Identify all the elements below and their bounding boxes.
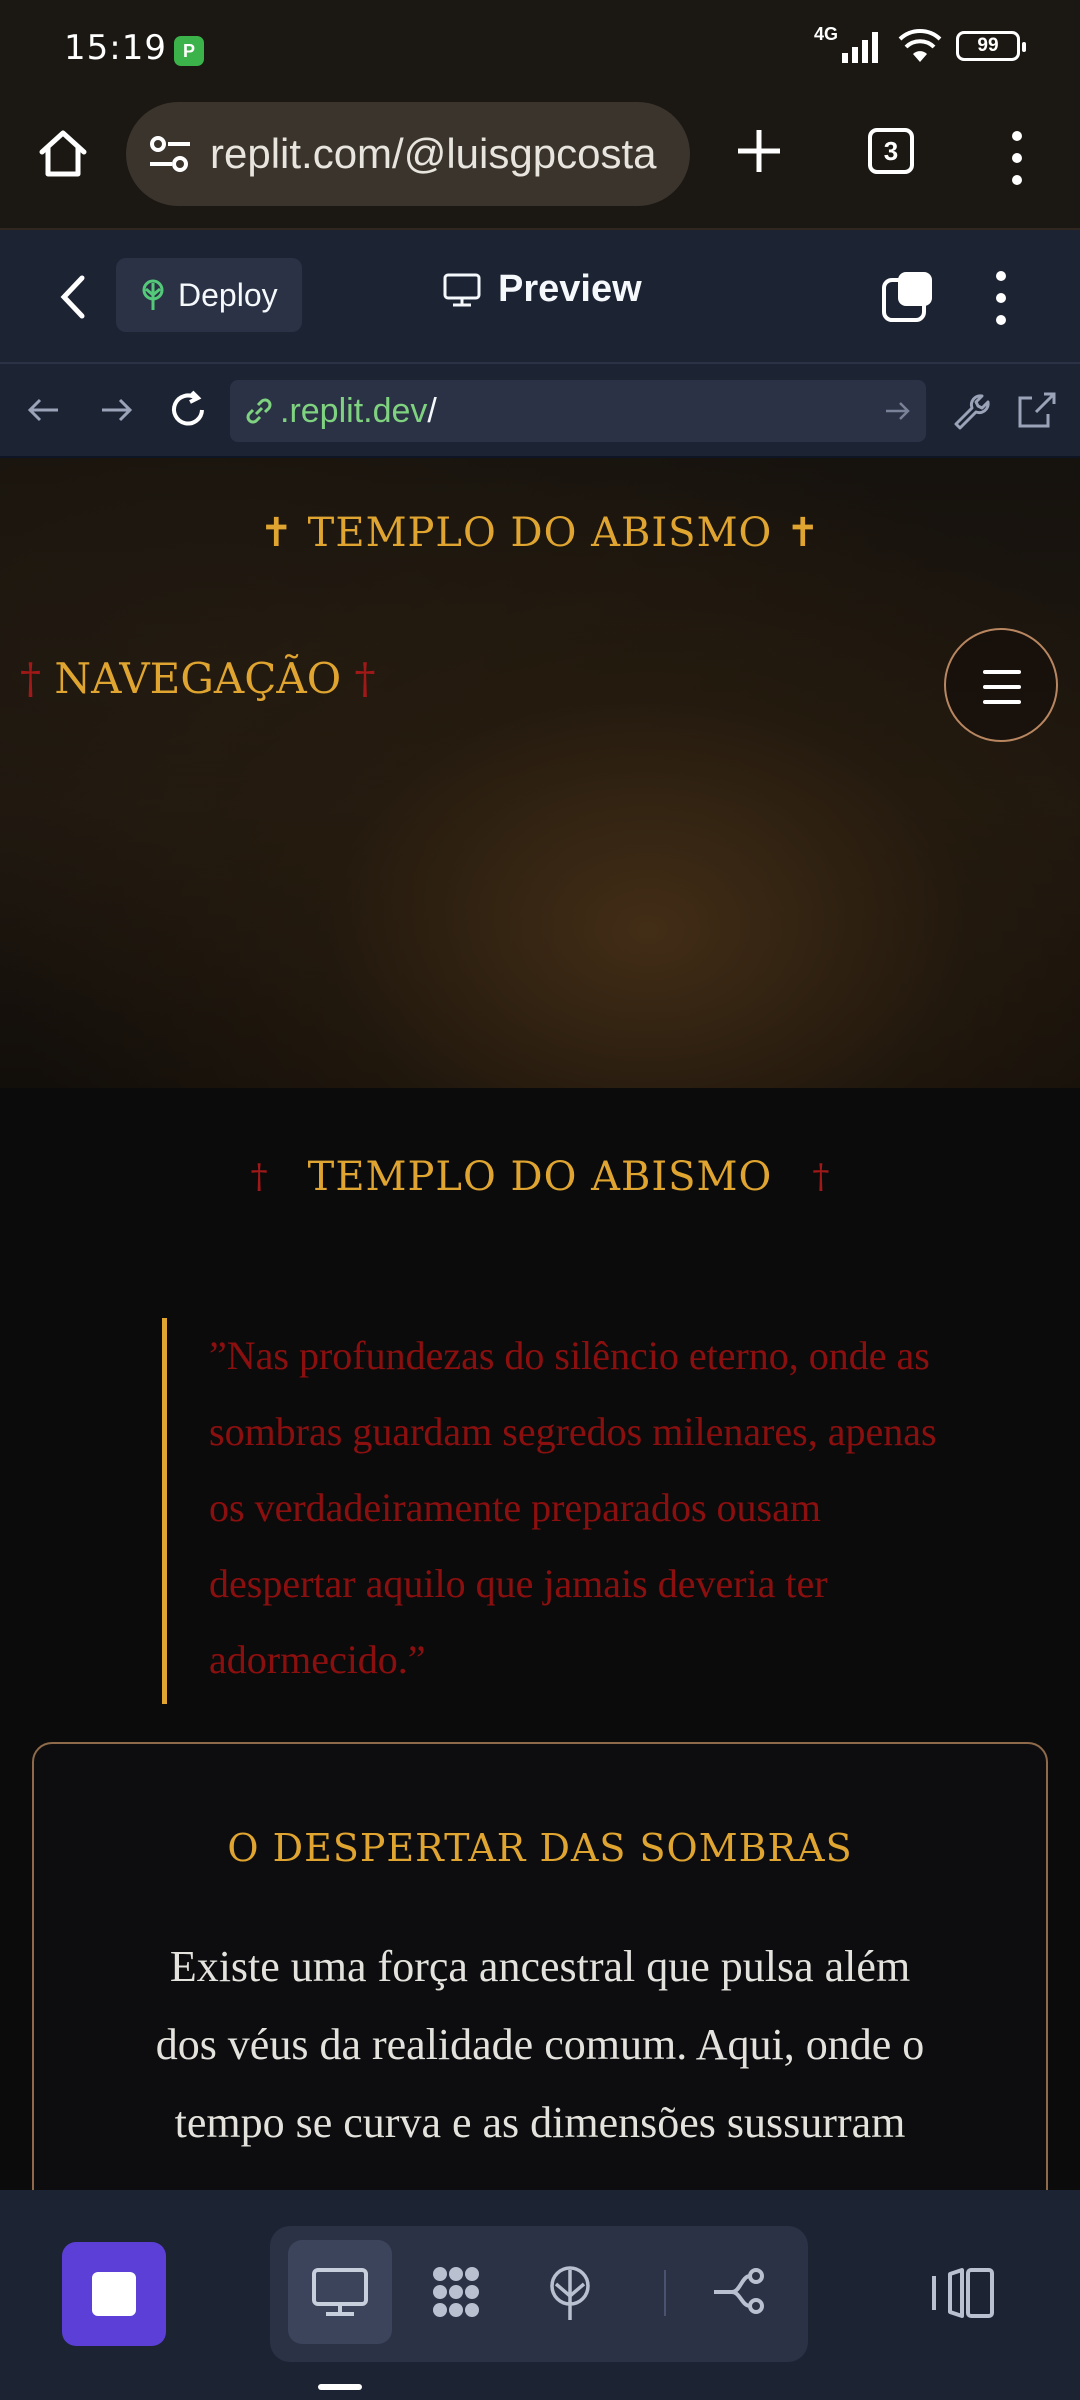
git-tool-button[interactable] bbox=[688, 2240, 792, 2344]
arrow-back-icon[interactable] bbox=[22, 388, 66, 432]
preview-tool-button[interactable] bbox=[288, 2240, 392, 2344]
cross-ornament-left: † bbox=[20, 654, 41, 703]
card-body: Existe uma força ancestral que pulsa alé… bbox=[155, 1942, 925, 2147]
website-preview: ✝ TEMPLO DO ABISMO ✝ † NAVEGAÇÃO † † TEM… bbox=[0, 458, 1080, 2190]
cross-ornament-left: † bbox=[250, 1157, 268, 1197]
replit-header: Deploy Preview bbox=[0, 230, 1080, 364]
status-bar: 15:19 P 4G 99 bbox=[0, 0, 1080, 100]
site-settings-icon[interactable] bbox=[146, 130, 194, 178]
sidebar-toggle-icon[interactable] bbox=[930, 2262, 996, 2324]
deploy-label: Deploy bbox=[178, 276, 278, 313]
content-card: O DESPERTAR DAS SOMBRAS Existe uma força… bbox=[32, 1742, 1048, 2190]
monitor-icon bbox=[312, 2268, 368, 2316]
gesture-bar bbox=[318, 2384, 362, 2390]
new-window-icon[interactable] bbox=[880, 270, 934, 324]
address-bar[interactable]: replit.com/@luisgpcosta bbox=[126, 102, 690, 206]
card-title: O DESPERTAR DAS SOMBRAS bbox=[227, 1826, 853, 1870]
hero-banner: ✝ TEMPLO DO ABISMO ✝ † NAVEGAÇÃO † bbox=[0, 458, 1080, 1088]
more-options-icon[interactable] bbox=[984, 268, 1018, 328]
new-tab-icon[interactable] bbox=[730, 122, 788, 180]
hamburger-line bbox=[983, 685, 1021, 689]
stop-button[interactable] bbox=[62, 2242, 166, 2346]
deploy-icon bbox=[550, 2266, 590, 2320]
status-indicators: 4G 99 bbox=[814, 24, 1026, 64]
hamburger-line bbox=[983, 670, 1021, 674]
wrench-icon[interactable] bbox=[948, 388, 992, 432]
home-icon[interactable] bbox=[36, 126, 90, 180]
cross-ornament-right: † bbox=[354, 654, 376, 703]
blocks-icon bbox=[433, 2267, 479, 2317]
notification-app-icon: P bbox=[174, 36, 204, 66]
preview-tab[interactable]: Preview bbox=[442, 268, 642, 311]
workspace-tool-button[interactable] bbox=[404, 2240, 508, 2344]
browser-toolbar: replit.com/@luisgpcosta 3 bbox=[0, 100, 1080, 230]
arrow-forward-icon[interactable] bbox=[94, 388, 138, 432]
section-title-text: TEMPLO DO ABISMO bbox=[307, 1154, 773, 1200]
hamburger-menu-button[interactable] bbox=[944, 628, 1058, 742]
preview-label: Preview bbox=[498, 268, 642, 310]
preview-path: / bbox=[427, 391, 437, 430]
tool-switcher bbox=[270, 2226, 808, 2362]
navigation-text: NAVEGAÇÃO bbox=[54, 654, 342, 703]
browser-menu-icon[interactable] bbox=[1000, 128, 1034, 188]
cross-ornament-right: † bbox=[812, 1157, 830, 1197]
deploy-tool-button[interactable] bbox=[518, 2240, 622, 2344]
wifi-icon bbox=[898, 29, 942, 62]
navigation-label: † NAVEGAÇÃO † bbox=[20, 654, 375, 703]
battery-icon: 99 bbox=[956, 31, 1026, 61]
monitor-icon bbox=[443, 273, 481, 306]
branch-icon bbox=[714, 2268, 764, 2314]
section-title: † TEMPLO DO ABISMO † bbox=[0, 1154, 1080, 1200]
link-icon bbox=[246, 398, 272, 424]
toolbar-divider bbox=[664, 2270, 666, 2316]
hamburger-line bbox=[983, 700, 1021, 704]
open-external-icon[interactable] bbox=[1014, 388, 1058, 432]
go-arrow-icon[interactable] bbox=[882, 396, 912, 426]
deploy-button[interactable]: Deploy bbox=[116, 258, 302, 332]
back-chevron-icon[interactable] bbox=[52, 272, 92, 322]
epigraph-quote: ”Nas profundezas do silêncio eterno, ond… bbox=[162, 1318, 942, 1704]
network-type: 4G bbox=[813, 23, 838, 44]
deploy-icon bbox=[142, 279, 164, 310]
signal-icon bbox=[842, 32, 878, 63]
quote-text: ”Nas profundezas do silêncio eterno, ond… bbox=[209, 1333, 937, 1682]
hero-title: ✝ TEMPLO DO ABISMO ✝ bbox=[259, 510, 821, 556]
tab-switcher-button[interactable]: 3 bbox=[868, 128, 914, 174]
address-bar-url: replit.com/@luisgpcosta bbox=[210, 130, 657, 177]
preview-url-field[interactable]: .replit.dev / bbox=[230, 380, 926, 442]
status-time: 15:19 bbox=[64, 28, 167, 68]
preview-url-bar: .replit.dev / bbox=[0, 364, 1080, 458]
reload-icon[interactable] bbox=[166, 388, 210, 432]
preview-domain: .replit.dev bbox=[280, 391, 428, 430]
replit-bottom-toolbar bbox=[0, 2190, 1080, 2400]
